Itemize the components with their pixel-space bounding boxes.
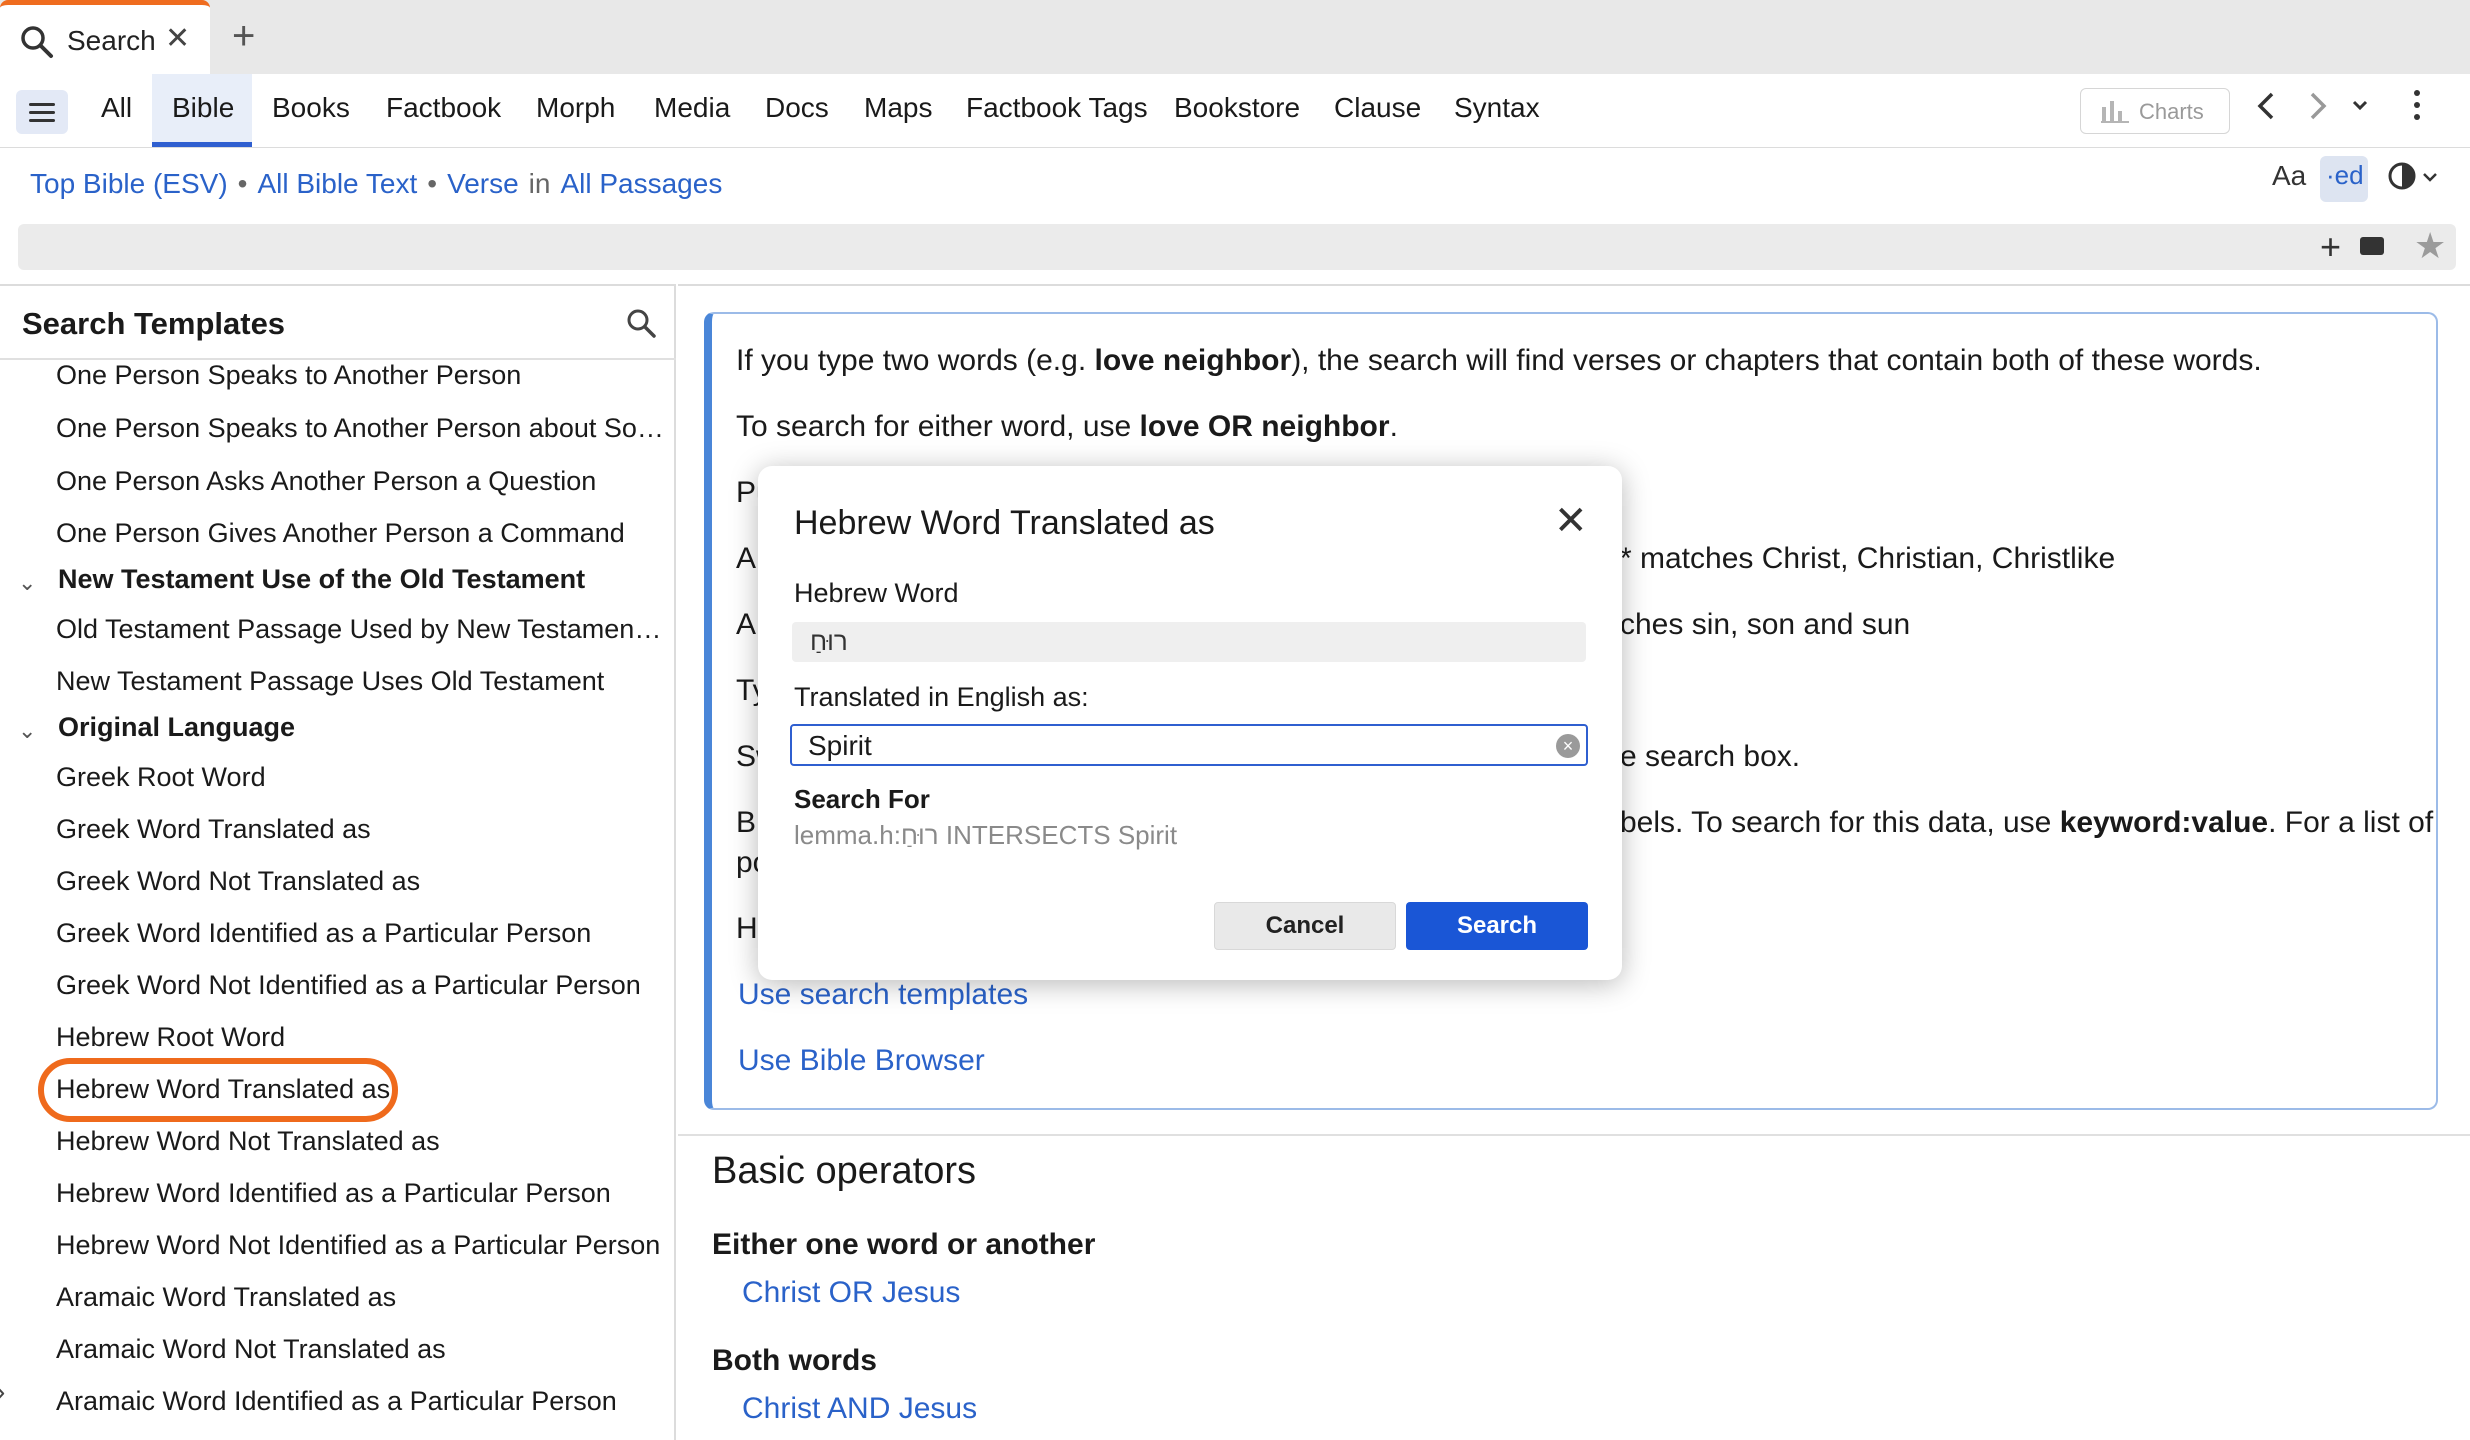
nav-factbook-tags[interactable]: Factbook Tags xyxy=(966,92,1148,124)
nav-media[interactable]: Media xyxy=(654,92,730,124)
unit-selector-link[interactable]: Verse xyxy=(447,168,519,199)
use-search-templates-link[interactable]: Use search templates xyxy=(738,978,1028,1012)
operator-heading: Both words xyxy=(712,1344,877,1377)
clear-input-icon[interactable]: × xyxy=(1556,734,1580,758)
dialog-title: Hebrew Word Translated as xyxy=(794,504,1215,542)
bar-chart-icon xyxy=(2101,101,2129,129)
tab-search[interactable]: Search ✕ xyxy=(0,0,210,74)
template-item-selected[interactable]: Hebrew Word Translated as xyxy=(56,1074,390,1105)
divider xyxy=(678,1134,2470,1136)
template-item[interactable]: Greek Word Translated as xyxy=(56,814,371,845)
cancel-button[interactable]: Cancel xyxy=(1214,902,1396,950)
template-item[interactable]: Hebrew Word Not Translated as xyxy=(56,1126,440,1157)
template-item[interactable]: Greek Root Word xyxy=(56,762,266,793)
search-input[interactable] xyxy=(18,224,2456,270)
help-text: ches sin, son and sun xyxy=(1620,608,1911,641)
close-icon[interactable]: ✕ xyxy=(1554,498,1588,544)
chevron-down-icon[interactable]: ⌄ xyxy=(18,570,36,596)
template-item[interactable]: Greek Word Not Translated as xyxy=(56,866,420,897)
keyboard-icon[interactable] xyxy=(2360,237,2384,255)
search-icon[interactable] xyxy=(626,308,656,343)
hebrew-word-label: Hebrew Word xyxy=(794,578,959,608)
help-text: A xyxy=(736,608,757,641)
tab-strip: Search ✕ + xyxy=(0,0,2470,74)
menu-icon[interactable] xyxy=(16,90,68,134)
english-translation-input[interactable]: Spirit × xyxy=(790,724,1588,766)
new-tab-button[interactable]: + xyxy=(232,14,255,59)
template-item[interactable]: Hebrew Word Identified as a Particular P… xyxy=(56,1178,611,1209)
help-text: * matches Christ, Christian, Christlike xyxy=(1620,542,2116,575)
template-item[interactable]: Aramaic Word Translated as xyxy=(56,1282,396,1313)
template-item[interactable]: Old Testament Passage Used by New Testam… xyxy=(56,614,666,645)
use-bible-browser-link[interactable]: Use Bible Browser xyxy=(738,1044,985,1078)
nav-factbook[interactable]: Factbook xyxy=(386,92,501,124)
english-label: Translated in English as: xyxy=(794,682,1089,712)
search-templates-panel: Search Templates One Person Speaks to An… xyxy=(0,284,676,1440)
query-preview: lemma.h:רוּחַ INTERSECTS Spirit xyxy=(794,820,1178,850)
search-icon xyxy=(20,25,54,64)
font-size-button[interactable]: Aa xyxy=(2272,160,2306,192)
search-button[interactable]: Search xyxy=(1406,902,1588,950)
group-header[interactable]: Original Language xyxy=(58,712,295,743)
history-dropdown-icon[interactable] xyxy=(2350,86,2370,136)
nav-morph[interactable]: Morph xyxy=(536,92,615,124)
charts-button[interactable]: Charts xyxy=(2080,88,2230,134)
template-dialog: Hebrew Word Translated as ✕ Hebrew Word … xyxy=(758,466,1622,980)
help-text: To search for either word, use love OR n… xyxy=(736,410,1398,443)
star-icon[interactable]: ★ xyxy=(2414,225,2446,267)
operator-heading: Either one word or another xyxy=(712,1228,1096,1261)
template-item[interactable]: Greek Word Identified as a Particular Pe… xyxy=(56,918,591,949)
nav-clause[interactable]: Clause xyxy=(1334,92,1421,124)
template-item[interactable]: Aramaic Word Not Translated as xyxy=(56,1334,446,1365)
template-item[interactable]: Greek Word Not Identified as a Particula… xyxy=(56,970,641,1001)
panel-title: Search Templates xyxy=(22,306,286,341)
forward-icon[interactable] xyxy=(2306,86,2330,136)
tab-label: Search xyxy=(67,25,156,56)
back-icon[interactable] xyxy=(2254,86,2278,136)
nav-bar: All Bible Books Factbook Morph Media Doc… xyxy=(0,74,2470,148)
template-item[interactable]: One Person Asks Another Person a Questio… xyxy=(56,466,596,497)
template-item[interactable]: One Person Gives Another Person a Comman… xyxy=(56,518,625,549)
help-text: e search box. xyxy=(1620,740,1801,773)
nav-docs[interactable]: Docs xyxy=(765,92,829,124)
nav-syntax[interactable]: Syntax xyxy=(1454,92,1540,124)
add-icon[interactable]: + xyxy=(2320,226,2341,268)
visual-filter-icon[interactable] xyxy=(2386,160,2442,203)
more-options-icon[interactable] xyxy=(2414,90,2420,126)
help-text: bels. To search for this data, use keywo… xyxy=(1620,806,2434,839)
nav-books[interactable]: Books xyxy=(272,92,350,124)
search-for-label: Search For xyxy=(794,784,930,814)
help-text: H xyxy=(736,912,758,945)
collapse-panel-icon[interactable]: › xyxy=(0,1376,5,1408)
section-heading: Basic operators xyxy=(712,1150,977,1192)
search-scope-breadcrumb: Top Bible (ESV) • All Bible Text • Verse in Al… xyxy=(30,168,723,199)
inline-ed-toggle[interactable]: ·ed xyxy=(2320,156,2368,202)
range-selector-link[interactable]: All Passages xyxy=(560,168,722,199)
template-item[interactable]: Hebrew Root Word xyxy=(56,1022,285,1053)
template-item[interactable]: One Person Speaks to Another Person abou… xyxy=(56,413,666,444)
help-text: If you type two words (e.g. love neighbo… xyxy=(736,344,2262,377)
chevron-down-icon[interactable]: ⌄ xyxy=(18,718,36,744)
scope-selector-link[interactable]: All Bible Text xyxy=(257,168,417,199)
template-item[interactable]: One Person Speaks to Another Person xyxy=(56,360,521,391)
example-or-link[interactable]: Christ OR Jesus xyxy=(742,1276,960,1310)
close-tab-icon[interactable]: ✕ xyxy=(165,21,190,56)
example-and-link[interactable]: Christ AND Jesus xyxy=(742,1392,977,1426)
nav-maps[interactable]: Maps xyxy=(864,92,932,124)
template-item[interactable]: Aramaic Word Identified as a Particular … xyxy=(56,1386,617,1417)
nav-bookstore[interactable]: Bookstore xyxy=(1174,92,1300,124)
group-header[interactable]: New Testament Use of the Old Testament xyxy=(58,564,585,595)
hebrew-word-field[interactable]: רוּחַ xyxy=(792,622,1586,662)
template-item[interactable]: Hebrew Word Not Identified as a Particul… xyxy=(56,1230,660,1261)
nav-all[interactable]: All xyxy=(101,92,132,124)
template-item[interactable]: New Testament Passage Uses Old Testament xyxy=(56,666,604,697)
bible-selector-link[interactable]: Top Bible (ESV) xyxy=(30,168,228,199)
nav-bible[interactable]: Bible xyxy=(172,92,234,124)
